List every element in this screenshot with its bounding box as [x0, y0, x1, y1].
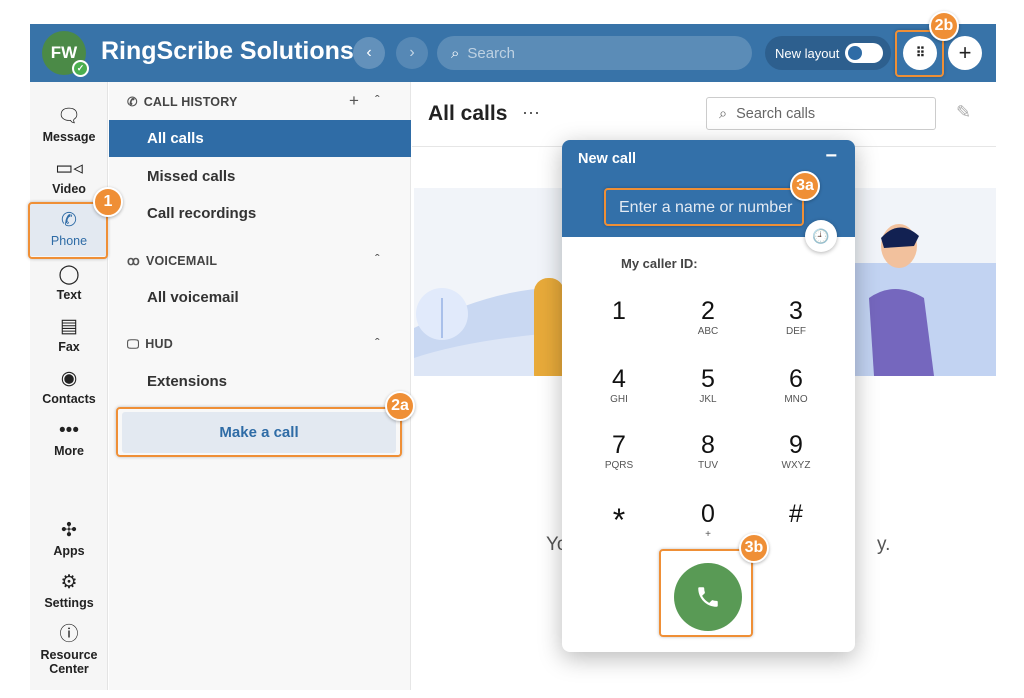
key-digit: 5	[701, 365, 715, 393]
rail-item-contacts[interactable]: ◉ Contacts	[30, 368, 108, 406]
search-calls-input[interactable]: ⌕ Search calls	[706, 97, 936, 130]
status-check-icon: ✓	[72, 60, 89, 77]
nav-rail: 🗨 Message ▭◃ Video ✆ Phone ◯ Text ▤ Fax ◉ Cont…	[30, 82, 108, 690]
top-bar: FW ✓ RingScribe Solutions ‹ › ⌕ Search New…	[30, 24, 996, 82]
search-icon: ⌕	[719, 105, 728, 122]
chevron-up-icon[interactable]: ˆ	[375, 251, 380, 267]
sidebar-item-all-calls[interactable]: All calls	[109, 120, 411, 157]
new-layout-toggle[interactable]: New layout	[765, 36, 891, 70]
annotation-badge-1: 1	[93, 187, 123, 217]
page-title: All calls	[428, 102, 508, 125]
rail-item-fax[interactable]: ▤ Fax	[30, 316, 108, 354]
global-search-input[interactable]: ⌕ Search	[437, 36, 752, 70]
key-letters: WXYZ	[781, 460, 811, 471]
voicemail-icon: ꝏ	[127, 254, 140, 268]
key-star[interactable]: *	[584, 500, 654, 538]
section-hud[interactable]: 🖵 HUD	[127, 337, 173, 352]
key-digit: 9	[789, 431, 803, 459]
sidebar-item-missed-calls[interactable]: Missed calls	[109, 158, 411, 195]
rail-item-more[interactable]: ••• More	[30, 420, 108, 458]
key-digit: 1	[612, 297, 626, 325]
key-digit: *	[612, 502, 626, 538]
rail-item-resource-center[interactable]: ⓘ Resource Center	[30, 624, 108, 676]
key-letters: TUV	[698, 460, 718, 471]
recent-history-button[interactable]: 🕘	[805, 220, 837, 252]
pencil-icon[interactable]: ✎	[956, 102, 971, 123]
monitor-icon: 🖵	[127, 337, 140, 351]
key-2[interactable]: 2 ABC	[673, 297, 743, 339]
key-1[interactable]: 1	[584, 297, 654, 325]
key-digit: 4	[612, 365, 626, 393]
minimize-button[interactable]: −	[825, 145, 837, 168]
phone-sidebar: ✆ CALL HISTORY + ˆ All calls Missed calls…	[109, 82, 411, 690]
annotation-box-3a	[604, 188, 804, 226]
key-3[interactable]: 3 DEF	[761, 297, 831, 339]
rail-item-text[interactable]: ◯ Text	[30, 264, 108, 302]
help-icon: ⓘ	[59, 624, 79, 645]
fax-icon: ▤	[60, 316, 78, 337]
video-icon: ▭◃	[55, 158, 83, 179]
rail-item-message[interactable]: 🗨 Message	[30, 106, 108, 144]
key-digit: 8	[701, 431, 715, 459]
back-button[interactable]: ‹	[353, 37, 385, 69]
forward-button[interactable]: ›	[396, 37, 428, 69]
rail-item-settings[interactable]: ⚙ Settings	[30, 572, 108, 610]
add-icon[interactable]: +	[349, 91, 359, 111]
key-letters: MNO	[784, 394, 808, 405]
key-letters: GHI	[610, 394, 628, 405]
key-6[interactable]: 6 MNO	[761, 365, 831, 407]
app-title: RingScribe Solutions	[101, 37, 354, 65]
chat-bubble-icon: ◯	[58, 264, 80, 285]
annotation-badge-3a: 3a	[790, 171, 820, 201]
contact-icon: ◉	[60, 368, 78, 389]
rail-item-apps[interactable]: ✣ Apps	[30, 520, 108, 558]
key-0[interactable]: 0 +	[673, 500, 743, 542]
key-9[interactable]: 9 WXYZ	[761, 431, 831, 473]
chevron-up-icon[interactable]: ˆ	[375, 335, 380, 351]
dialog-title: New call	[578, 151, 637, 167]
search-icon: ⌕	[451, 44, 460, 62]
sidebar-item-call-recordings[interactable]: Call recordings	[109, 195, 411, 232]
more-icon: •••	[59, 420, 79, 441]
key-digit: 2	[701, 297, 715, 325]
annotation-box-3b	[659, 549, 753, 637]
chevron-up-icon[interactable]: ˆ	[375, 92, 380, 108]
plus-icon: +	[958, 40, 972, 65]
message-icon: 🗨	[56, 106, 82, 127]
sidebar-item-all-voicemail[interactable]: All voicemail	[109, 279, 411, 316]
puzzle-icon: ✣	[61, 520, 77, 541]
section-voicemail[interactable]: ꝏ VOICEMAIL	[127, 253, 217, 268]
sidebar-item-extensions[interactable]: Extensions	[109, 363, 411, 400]
phone-icon: ✆	[127, 95, 138, 109]
key-hash[interactable]: #	[761, 500, 831, 528]
key-digit: 7	[612, 431, 626, 459]
key-letters: ABC	[697, 326, 719, 337]
annotation-box-2a	[116, 407, 402, 457]
clock-icon: 🕘	[812, 227, 830, 244]
add-button[interactable]: +	[948, 36, 982, 70]
key-letters: +	[705, 529, 711, 540]
key-4[interactable]: 4 GHI	[584, 365, 654, 407]
key-letters: JKL	[699, 394, 717, 405]
annotation-badge-2a: 2a	[385, 391, 415, 421]
rail-item-video[interactable]: ▭◃ Video	[30, 158, 108, 196]
annotation-badge-2b: 2b	[929, 11, 959, 41]
key-letters: DEF	[786, 326, 806, 337]
key-digit: 3	[789, 297, 803, 325]
key-7[interactable]: 7 PQRS	[584, 431, 654, 473]
more-options-icon[interactable]: ···	[522, 102, 540, 123]
annotation-badge-3b: 3b	[739, 533, 769, 563]
key-digit: 0	[701, 500, 715, 528]
gear-icon: ⚙	[60, 572, 78, 593]
avatar[interactable]: FW ✓	[42, 31, 89, 77]
key-letters: PQRS	[604, 460, 634, 471]
section-call-history[interactable]: ✆ CALL HISTORY	[127, 94, 238, 109]
toggle-switch[interactable]	[845, 43, 884, 63]
caller-id-label: My caller ID:	[621, 256, 698, 271]
empty-state-text-right: y.	[877, 534, 891, 555]
key-5[interactable]: 5 JKL	[673, 365, 743, 407]
key-digit: 6	[789, 365, 803, 393]
key-digit: #	[789, 500, 803, 528]
key-8[interactable]: 8 TUV	[673, 431, 743, 473]
